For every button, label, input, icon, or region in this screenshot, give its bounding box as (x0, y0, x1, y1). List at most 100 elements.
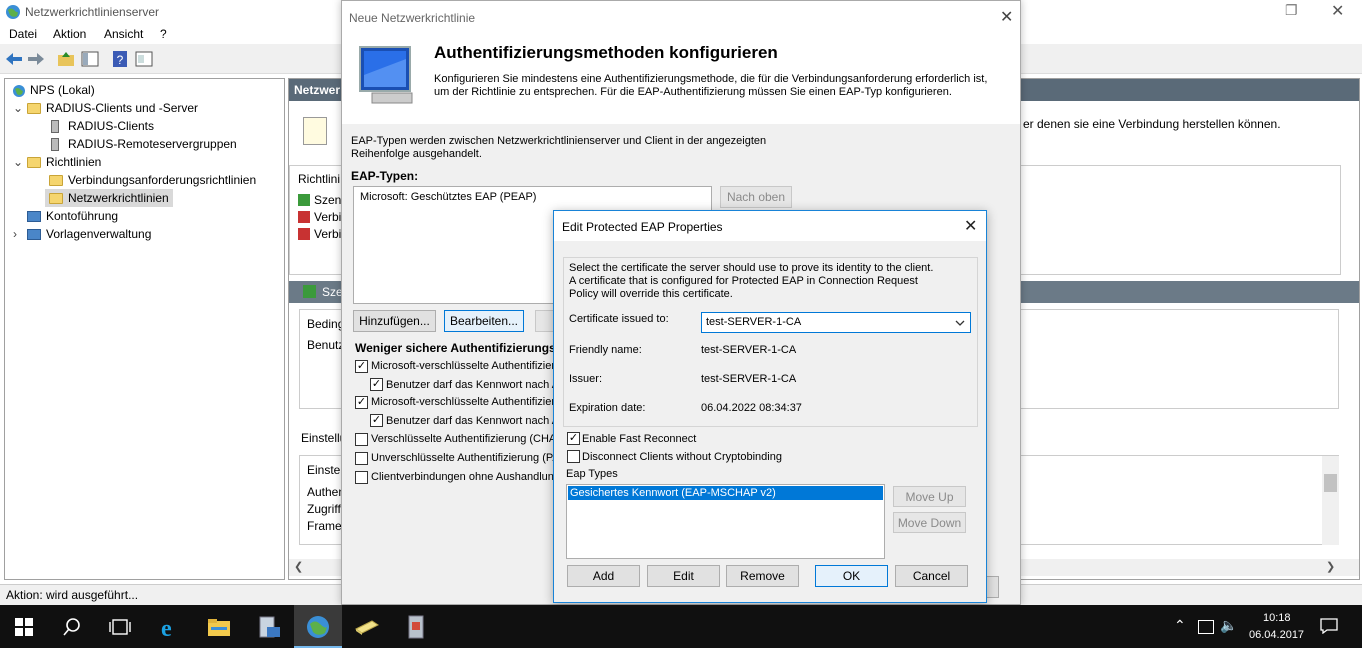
cancel-button[interactable]: Cancel (895, 565, 968, 587)
taskbar-nps[interactable] (294, 605, 342, 648)
taskbar-explorer[interactable] (195, 605, 243, 648)
show-hide-tree-icon[interactable] (80, 50, 100, 68)
option-label: Clientverbindungen ohne Aushandlung (371, 471, 560, 483)
option-label: Benutzer darf das Kennwort nach A (386, 379, 560, 391)
search-button[interactable] (48, 605, 96, 648)
tree-item-nps-local[interactable]: NPS (Lokal) (11, 81, 95, 99)
close-icon[interactable]: ✕ (964, 216, 977, 236)
certificate-select[interactable]: test-SERVER-1-CA (701, 312, 971, 333)
edit-button[interactable]: Bearbeiten... (444, 310, 524, 332)
chevron-down-icon[interactable] (955, 319, 965, 327)
chevron-right-icon[interactable]: › (13, 225, 27, 243)
chevron-down-icon[interactable]: ⌄ (13, 153, 27, 171)
template-icon (27, 229, 41, 241)
eap-type-item[interactable]: Microsoft: Geschütztes EAP (PEAP) (360, 191, 536, 203)
clock-time[interactable]: 10:18 (1263, 612, 1291, 624)
settings-item: Einstell (307, 463, 346, 477)
folder-icon (27, 157, 41, 169)
close-icon[interactable]: ✕ (1000, 7, 1013, 27)
computer-icon (359, 46, 413, 104)
menu-help[interactable]: ? (160, 27, 167, 41)
move-down-button[interactable]: Move Down (893, 512, 966, 533)
add-button[interactable]: Add (567, 565, 640, 587)
back-arrow-icon[interactable] (4, 50, 24, 68)
tree-item-template-management[interactable]: › Vorlagenverwaltung (13, 225, 151, 243)
ok-button[interactable]: OK (815, 565, 888, 587)
mschap-change-pw-checkbox[interactable]: ✓ (370, 414, 383, 427)
disconnect-clients-checkbox[interactable] (567, 450, 580, 463)
task-view-icon (109, 618, 131, 635)
task-view-button[interactable] (96, 605, 144, 648)
wizard-heading: Authentifizierungsmethoden konfigurieren (434, 43, 778, 62)
folder-icon (49, 175, 63, 187)
tree-label: RADIUS-Remoteservergruppen (68, 137, 237, 151)
tree-item-radius-remote-groups[interactable]: RADIUS-Remoteservergruppen (51, 135, 237, 153)
menu-aktion[interactable]: Aktion (53, 27, 86, 41)
expiration-value: 06.04.2022 08:34:37 (701, 402, 802, 414)
add-button[interactable]: Hinzufügen... (353, 310, 436, 332)
start-button[interactable] (0, 605, 48, 648)
menu-ansicht[interactable]: Ansicht (104, 27, 143, 41)
disconnect-clients-label: Disconnect Clients without Cryptobinding (582, 451, 782, 463)
notifications-icon[interactable] (1320, 618, 1338, 634)
option-label: Microsoft-verschlüsselte Authentifizieru (371, 396, 562, 408)
accounting-icon (27, 211, 41, 223)
close-icon[interactable]: ✕ (1331, 1, 1344, 21)
clock-date[interactable]: 06.04.2017 (1249, 629, 1304, 641)
settings-scrollbar[interactable] (1322, 456, 1339, 545)
remove-button[interactable]: Remove (726, 565, 799, 587)
pap-checkbox[interactable] (355, 452, 368, 465)
svg-text:e: e (161, 616, 172, 639)
file-explorer-icon (208, 618, 230, 636)
wizard-description: Konfigurieren Sie mindestens eine Authen… (434, 73, 988, 85)
eap-type-item-selected[interactable]: Gesichertes Kennwort (EAP-MSCHAP v2) (568, 486, 883, 500)
taskbar-app-other[interactable] (392, 605, 440, 648)
properties-icon[interactable] (134, 50, 154, 68)
scrollbar-thumb[interactable] (1324, 474, 1337, 492)
mschapv2-checkbox[interactable]: ✓ (355, 360, 368, 373)
help-icon[interactable]: ? (110, 50, 130, 68)
fast-reconnect-checkbox[interactable]: ✓ (567, 432, 580, 445)
tree-item-connection-request-policies[interactable]: Verbindungsanforderungsrichtlinien (49, 171, 256, 189)
condition-item: Benutz (307, 338, 345, 352)
menu-datei[interactable]: Datei (9, 27, 37, 41)
search-icon (63, 617, 80, 636)
network-icon[interactable] (1198, 620, 1214, 634)
move-up-button[interactable]: Move Up (893, 486, 966, 507)
no-negotiation-checkbox[interactable] (355, 471, 368, 484)
tree-label: Netzwerkrichtlinien (68, 191, 169, 205)
tree-item-radius-clients[interactable]: RADIUS-Clients (51, 117, 154, 135)
volume-icon[interactable]: 🔈 (1220, 617, 1237, 634)
mschap-checkbox[interactable]: ✓ (355, 396, 368, 409)
eap-types-list[interactable]: Gesichertes Kennwort (EAP-MSCHAP v2) (566, 484, 885, 559)
settings-label: Einstellu (301, 431, 347, 445)
chap-checkbox[interactable] (355, 433, 368, 446)
scroll-right-icon[interactable]: ❯ (1326, 560, 1335, 573)
scroll-left-icon[interactable]: ❮ (294, 560, 303, 573)
eap-types-label: Eap Types (566, 468, 618, 480)
taskbar-ie[interactable]: e (146, 605, 194, 648)
tree-item-richtlinien[interactable]: ⌄ Richtlinien (13, 153, 101, 171)
expiration-label: Expiration date: (569, 402, 646, 414)
move-up-button[interactable]: Nach oben (720, 186, 792, 208)
edit-peap-properties-dialog: Edit Protected EAP Properties ✕ Select t… (553, 210, 987, 603)
mschapv2-change-pw-checkbox[interactable]: ✓ (370, 378, 383, 391)
tree-item-radius-clients-server[interactable]: ⌄ RADIUS-Clients und -Server (13, 99, 198, 117)
tree-item-network-policies[interactable]: Netzwerkrichtlinien (45, 189, 173, 207)
dialog-titlebar: Edit Protected EAP Properties ✕ (554, 211, 986, 241)
taskbar-app-notepad[interactable] (343, 605, 391, 648)
issuer-value: test-SERVER-1-CA (701, 373, 797, 385)
forward-arrow-icon[interactable] (26, 50, 46, 68)
tree-item-accounting[interactable]: Kontoführung (27, 207, 118, 225)
nps-title: Netzwerkrichtlinienserver (25, 5, 160, 19)
up-folder-icon[interactable] (56, 50, 76, 68)
taskbar-server-manager[interactable] (245, 605, 293, 648)
chevron-down-icon[interactable]: ⌄ (13, 99, 27, 117)
check-icon (303, 285, 316, 298)
taskbar: e ⌃ 🔈 10:18 06.04.2017 (0, 605, 1362, 648)
edit-button[interactable]: Edit (647, 565, 720, 587)
cert-issued-label: Certificate issued to: (569, 313, 669, 325)
chevron-up-icon[interactable]: ⌃ (1174, 617, 1186, 634)
restore-icon[interactable]: ❐ (1285, 2, 1298, 19)
remove-button-partial[interactable] (535, 310, 555, 332)
